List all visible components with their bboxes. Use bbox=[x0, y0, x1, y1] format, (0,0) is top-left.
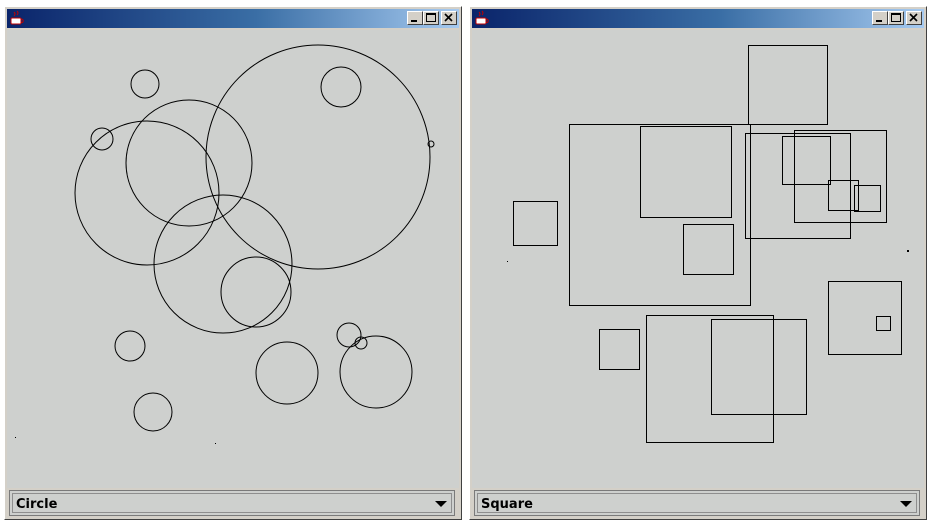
square-shape bbox=[748, 45, 828, 125]
square-shape bbox=[569, 124, 751, 306]
dropdown-field[interactable]: Circle bbox=[12, 493, 452, 513]
square-shape bbox=[513, 201, 558, 246]
maximize-icon bbox=[426, 13, 436, 22]
dot-shape bbox=[15, 437, 16, 438]
selected-shape-label: Circle bbox=[16, 497, 58, 512]
close-icon bbox=[444, 13, 453, 22]
circle-shape bbox=[339, 335, 413, 409]
circle-shape bbox=[133, 392, 173, 432]
maximize-button[interactable] bbox=[423, 11, 439, 25]
circle-shape bbox=[320, 66, 362, 108]
minimize-button[interactable] bbox=[872, 11, 888, 25]
circle-canvas[interactable] bbox=[7, 30, 459, 488]
circle-shape bbox=[220, 256, 292, 328]
circle-shape bbox=[125, 99, 253, 227]
java-app-icon[interactable] bbox=[474, 10, 490, 26]
circle-shape bbox=[114, 330, 146, 362]
maximize-button[interactable] bbox=[888, 11, 904, 25]
square-shape bbox=[782, 136, 831, 185]
square-shape bbox=[876, 316, 891, 331]
square-shape bbox=[711, 319, 807, 415]
circle-shape bbox=[74, 120, 220, 266]
shape-selector-dropdown[interactable]: Circle bbox=[9, 490, 455, 516]
circle-window: Circle bbox=[4, 6, 462, 520]
circle-shape bbox=[336, 322, 362, 348]
square-shape bbox=[599, 329, 640, 370]
square-shape bbox=[683, 224, 734, 275]
circle-shape bbox=[205, 44, 431, 270]
close-icon bbox=[909, 13, 918, 22]
java-app-icon[interactable] bbox=[9, 10, 25, 26]
square-canvas[interactable] bbox=[472, 30, 924, 488]
dot-shape bbox=[507, 261, 508, 262]
minimize-icon bbox=[411, 20, 417, 22]
maximize-icon bbox=[891, 13, 901, 22]
dot-shape bbox=[215, 443, 216, 444]
dropdown-field[interactable]: Square bbox=[477, 493, 917, 513]
square-shape bbox=[640, 126, 732, 218]
minimize-button[interactable] bbox=[407, 11, 423, 25]
square-shape bbox=[646, 315, 774, 443]
minimize-icon bbox=[876, 20, 882, 22]
title-bar[interactable] bbox=[7, 9, 459, 28]
circle-shape bbox=[130, 69, 160, 99]
square-window: Square bbox=[469, 6, 927, 520]
title-bar[interactable] bbox=[472, 9, 924, 28]
close-button[interactable] bbox=[441, 11, 457, 25]
close-button[interactable] bbox=[906, 11, 922, 25]
shape-selector-dropdown[interactable]: Square bbox=[474, 490, 920, 516]
square-shape bbox=[794, 130, 887, 223]
dropdown-arrow-icon[interactable] bbox=[434, 499, 448, 509]
circle-shape bbox=[255, 341, 319, 405]
selected-shape-label: Square bbox=[481, 497, 533, 512]
dropdown-arrow-icon[interactable] bbox=[899, 499, 913, 509]
dot-shape bbox=[907, 250, 909, 252]
